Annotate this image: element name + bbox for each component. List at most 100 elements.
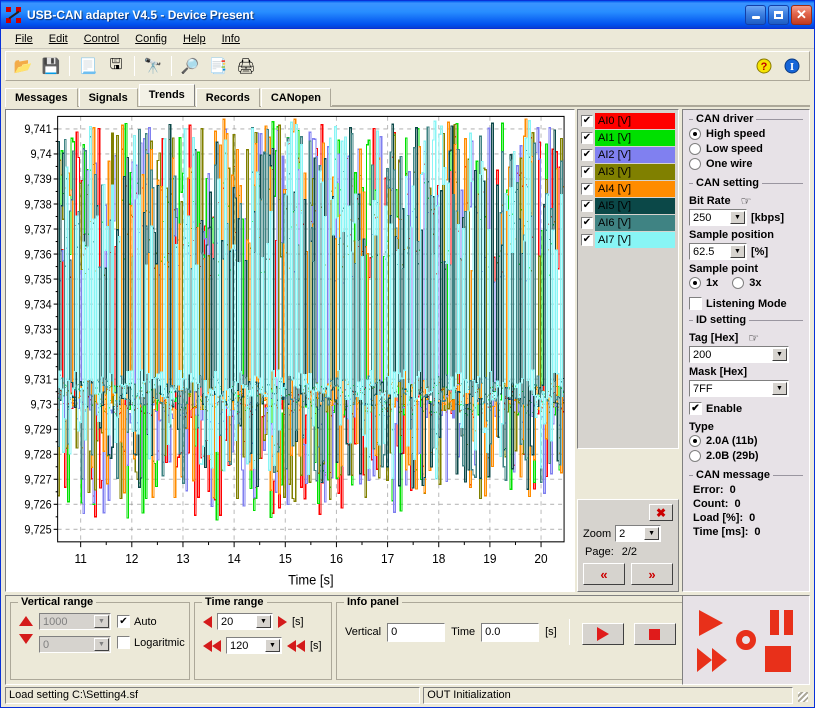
zoom-select[interactable]: 2 ▼ [615, 525, 662, 542]
info-vertical-field[interactable]: 0 [387, 622, 446, 642]
tab-records[interactable]: Records [195, 88, 260, 107]
legend-item[interactable]: ✔ AI7 [V] [581, 232, 675, 248]
sample-position-label: Sample position [689, 229, 774, 241]
legend-checkbox[interactable]: ✔ [581, 234, 593, 246]
mask-select[interactable]: 7FF ▼ [689, 380, 789, 397]
legend-item[interactable]: ✔ AI0 [V] [581, 113, 675, 129]
legend-item[interactable]: ✔ AI1 [V] [581, 130, 675, 146]
auto-checkbox[interactable]: ✔ Auto [117, 615, 185, 628]
radio-sample-3x[interactable]: 3x [732, 277, 762, 289]
stop-trend-button[interactable] [633, 623, 676, 645]
tab-records-label: Records [205, 92, 250, 104]
vertical-range-checks: ✔ Auto Logaritmic [117, 613, 185, 649]
find-icon[interactable]: 🔭 [140, 54, 166, 78]
info-divider [568, 619, 570, 645]
next-page-button[interactable]: » [631, 563, 673, 585]
radio-type-20b[interactable]: 2.0B (29b) [689, 450, 803, 462]
legend-checkbox[interactable]: ✔ [581, 115, 593, 127]
menu-item-control[interactable]: Control [76, 31, 127, 47]
menu-item-help[interactable]: Help [175, 31, 214, 47]
vertical-max-select[interactable]: 1000 ▼ [39, 613, 111, 630]
radio-type-20b-circle [689, 450, 701, 462]
save-icon[interactable]: 💾 [38, 54, 64, 78]
fast-forward-icon[interactable] [697, 648, 727, 672]
enable-checkbox[interactable]: ✔ Enable [689, 402, 803, 415]
minimize-button[interactable] [745, 4, 766, 25]
tab-signals[interactable]: Signals [78, 88, 138, 107]
info-icon[interactable]: I [779, 54, 805, 78]
resize-grip-icon[interactable] [796, 687, 810, 704]
time-span-prev-icon[interactable] [203, 615, 212, 628]
time-total-select[interactable]: 120 ▼ [226, 637, 282, 654]
legend-checkbox[interactable]: ✔ [581, 166, 593, 178]
logarithmic-checkbox[interactable]: Logaritmic [117, 636, 185, 649]
menu-item-file[interactable]: File [7, 31, 41, 47]
time-span-next-icon[interactable] [278, 615, 287, 628]
time-total-next-icon[interactable] [287, 639, 305, 652]
time-span-select[interactable]: 20 ▼ [217, 613, 273, 630]
radio-sample-1x-circle [689, 277, 701, 289]
clear-chart-button[interactable]: ✖ [649, 504, 673, 521]
find-glyph: 🔭 [143, 58, 163, 75]
time-total-prev-icon[interactable] [203, 639, 221, 652]
legend-item[interactable]: ✔ AI6 [V] [581, 215, 675, 231]
help-icon[interactable]: ? [751, 54, 777, 78]
play-icon[interactable] [699, 610, 723, 636]
svg-text:9,731: 9,731 [24, 374, 51, 386]
tag-select[interactable]: 200 ▼ [689, 346, 789, 363]
copy-icon[interactable]: 📑 [205, 54, 231, 78]
menu-item-info[interactable]: Info [214, 31, 248, 47]
window-controls: ✕ [745, 4, 812, 25]
legend-checkbox[interactable]: ✔ [581, 149, 593, 161]
tab-canopen[interactable]: CANopen [260, 88, 331, 107]
record-icon[interactable] [736, 630, 756, 650]
trend-chart-panel[interactable]: 9,725 9,726 9,727 9,728 9,729 9,73 9,731 9,732 9… [5, 109, 575, 592]
legend-item[interactable]: ✔ AI2 [V] [581, 147, 675, 163]
menu-item-edit[interactable]: Edit [41, 31, 76, 47]
legend-item[interactable]: ✔ AI3 [V] [581, 164, 675, 180]
legend-item[interactable]: ✔ AI4 [V] [581, 181, 675, 197]
radio-low-speed[interactable]: Low speed [689, 143, 803, 155]
menu-item-config[interactable]: Config [127, 31, 175, 47]
application-window: USB-CAN adapter V4.5 - Device Present ✕ … [0, 0, 815, 708]
legend-checkbox[interactable]: ✔ [581, 183, 593, 195]
radio-high-speed-label: High speed [706, 128, 766, 140]
tag-label-row: Tag [Hex] ☞ [689, 329, 803, 346]
inspect-icon[interactable]: 🔎 [177, 54, 203, 78]
prev-page-button[interactable]: « [583, 563, 625, 585]
zoom-row: Zoom 2 ▼ [583, 525, 673, 542]
maximize-button[interactable] [768, 4, 789, 25]
vertical-min-select[interactable]: 0 ▼ [39, 636, 111, 653]
save-as-icon[interactable]: 🖫 [103, 54, 129, 78]
listening-mode-checkbox[interactable]: Listening Mode [689, 297, 803, 310]
print-preview-icon[interactable]: 📃 [75, 54, 101, 78]
tab-messages-label: Messages [15, 92, 68, 104]
chevron-down-icon: ▼ [772, 382, 787, 395]
sample-position-row: 62.5 ▼ [%] [689, 243, 803, 260]
close-button[interactable]: ✕ [791, 4, 812, 25]
tab-trends[interactable]: Trends [138, 84, 195, 106]
legend-checkbox[interactable]: ✔ [581, 217, 593, 229]
start-trend-button[interactable] [581, 623, 624, 645]
decrease-vertical-icon[interactable] [19, 634, 33, 644]
info-time-field[interactable]: 0.0 [481, 622, 540, 642]
increase-vertical-icon[interactable] [19, 616, 33, 626]
radio-sample-1x[interactable]: 1x [689, 277, 718, 289]
radio-high-speed[interactable]: High speed [689, 128, 803, 140]
tab-messages[interactable]: Messages [5, 88, 78, 107]
radio-one-wire[interactable]: One wire [689, 158, 803, 170]
transport-controls [682, 595, 810, 685]
pause-icon[interactable] [770, 610, 793, 635]
sample-position-select[interactable]: 62.5 ▼ [689, 243, 747, 260]
radio-type-20a[interactable]: 2.0A (11b) [689, 435, 803, 447]
bit-rate-select[interactable]: 250 ▼ [689, 209, 747, 226]
legend-item[interactable]: ✔ AI5 [V] [581, 198, 675, 214]
toolbar-separator-3 [171, 56, 172, 76]
radio-low-speed-circle [689, 143, 701, 155]
legend-checkbox[interactable]: ✔ [581, 132, 593, 144]
can-message-count-row: Count: 0 [689, 498, 803, 510]
print-icon[interactable]: 🖨 [233, 54, 259, 78]
open-icon[interactable]: 📂 [10, 54, 36, 78]
stop-icon[interactable] [765, 646, 791, 672]
legend-checkbox[interactable]: ✔ [581, 200, 593, 212]
